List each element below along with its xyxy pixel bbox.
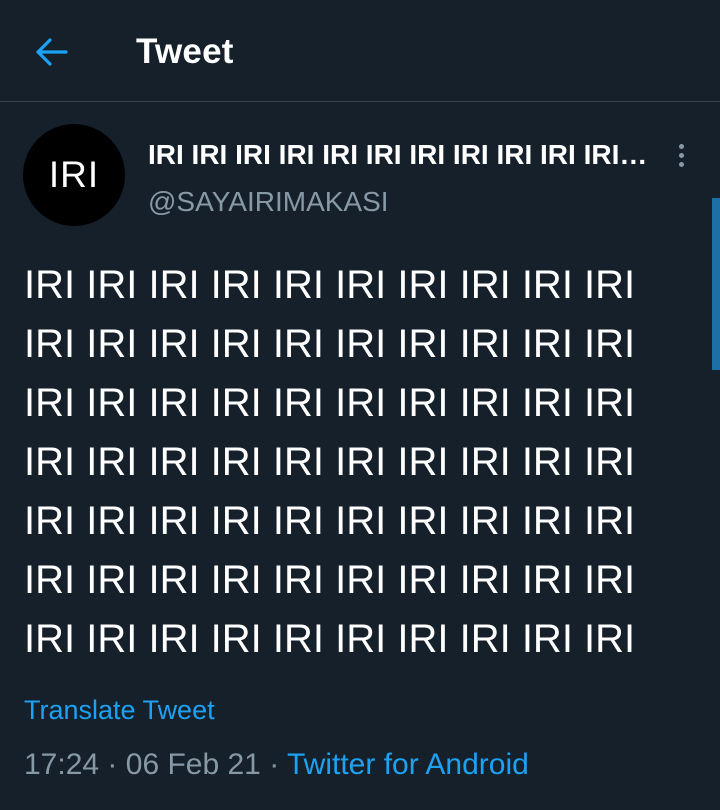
tweet-date: 06 Feb 21 [125, 748, 261, 781]
more-vertical-icon [678, 143, 684, 149]
author-handle[interactable]: @SAYAIRIMAKASI [148, 185, 389, 219]
arrow-left-icon [36, 38, 68, 66]
avatar-text: IRI [48, 154, 100, 195]
more-options-button[interactable] [666, 138, 696, 172]
scrollbar-thumb[interactable] [712, 198, 720, 370]
more-vertical-icon-dot [678, 161, 684, 167]
back-button[interactable] [24, 30, 80, 74]
tweet-metadata: 17:24 · 06 Feb 21 · Twitter for Android [24, 746, 529, 784]
top-app-bar: Tweet [0, 0, 720, 102]
tweet-time: 17:24 [24, 748, 100, 781]
meta-separator: · [107, 748, 118, 781]
tweet-text: IRI IRI IRI IRI IRI IRI IRI IRI IRI IRI … [24, 263, 636, 661]
more-vertical-icon-dot [678, 152, 684, 158]
author-display-name[interactable]: IRI IRI IRI IRI IRI IRI IRI IRI IRI IRI … [148, 138, 648, 172]
meta-separator: · [269, 748, 280, 781]
translate-tweet-link[interactable]: Translate Tweet [24, 693, 215, 727]
avatar[interactable]: IRI [23, 124, 125, 226]
tweet-source-link[interactable]: Twitter for Android [287, 748, 529, 781]
page-title: Tweet [136, 32, 234, 71]
